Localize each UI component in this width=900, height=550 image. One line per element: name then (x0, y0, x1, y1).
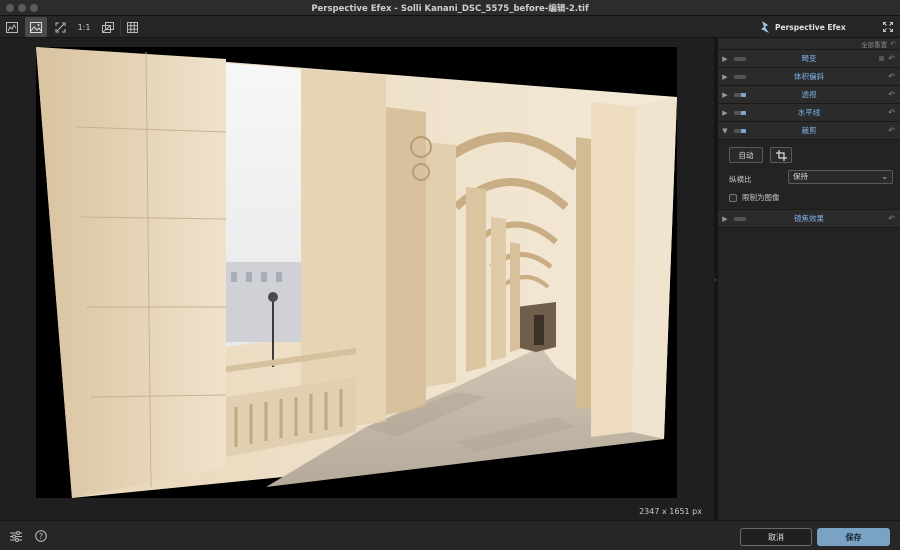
sliders-icon (10, 530, 22, 542)
section-crop[interactable]: ▼ 裁剪 ↶ (718, 122, 900, 140)
compare-icon (102, 21, 114, 33)
crop-icon (775, 149, 787, 161)
photo-preview[interactable] (36, 47, 677, 498)
section-label: 裁剪 (801, 126, 817, 135)
actual-size-button[interactable]: 1:1 (73, 17, 95, 37)
constrain-to-image-checkbox[interactable] (729, 193, 737, 202)
reset-icon[interactable]: ↶ (888, 54, 895, 63)
aspect-ratio-label: 纵横比 (729, 175, 752, 184)
window-title: Perspective Efex - Solli Kanani_DSC_5575… (311, 4, 589, 14)
brand: Perspective Efex (760, 20, 846, 34)
grid-button[interactable] (121, 17, 143, 37)
compare-button[interactable] (97, 17, 119, 37)
save-button[interactable]: 保存 (817, 528, 890, 546)
help-icon: ? (35, 530, 47, 542)
constrain-to-image-row[interactable]: 限制为图像 (729, 192, 780, 203)
section-label: 畸变 (801, 54, 817, 63)
brand-name: Perspective Efex (775, 22, 846, 32)
reset-all-row: 全部重置 ↶ (718, 38, 900, 50)
aspect-ratio-select[interactable]: 保持 ⌄ (788, 170, 893, 184)
fit-screen-button[interactable] (49, 17, 71, 37)
reset-all-button[interactable]: 全部重置 (861, 39, 887, 49)
section-label: 透视 (801, 90, 817, 99)
fullscreen-button[interactable] (877, 17, 899, 37)
section-distortion[interactable]: ▶ 畸变 ↶ (718, 50, 900, 68)
chevron-down-icon: ⌄ (881, 172, 888, 181)
bottom-bar: ? 取消 保存 (0, 520, 900, 550)
section-horizon[interactable]: ▶ 水平线 ↶ (718, 104, 900, 122)
section-perspective[interactable]: ▶ 透视 ↶ (718, 86, 900, 104)
title-bar: Perspective Efex - Solli Kanani_DSC_5575… (0, 0, 900, 16)
reset-icon[interactable]: ↶ (888, 72, 895, 81)
image-dimensions: 2347 x 1651 px (639, 507, 702, 516)
section-label: 体积偏斜 (794, 72, 824, 81)
reset-icon[interactable]: ↶ (888, 108, 895, 117)
crop-tool-button[interactable] (770, 147, 792, 163)
grid-icon (126, 21, 138, 33)
image-canvas[interactable]: 2347 x 1651 px (0, 38, 714, 520)
aspect-ratio-value: 保持 (793, 172, 808, 181)
arcade-photo (36, 47, 677, 498)
reset-icon[interactable]: ↶ (888, 126, 895, 135)
auto-crop-button[interactable]: 自动 (729, 147, 763, 163)
image-view-button[interactable] (25, 17, 47, 37)
crop-controls: 自动 纵横比 保持 ⌄ 限制为图像 (718, 140, 900, 210)
constrain-to-image-label: 限制为图像 (742, 193, 780, 202)
section-volume-skew[interactable]: ▶ 体积偏斜 ↶ (718, 68, 900, 86)
reset-icon[interactable]: ↶ (888, 214, 895, 223)
cancel-button[interactable]: 取消 (740, 528, 812, 546)
settings-button[interactable] (9, 529, 23, 543)
undo-icon[interactable]: ↶ (890, 40, 896, 48)
section-label: 镜焦效果 (794, 214, 824, 223)
expand-icon (883, 22, 893, 32)
histogram-button[interactable] (1, 17, 23, 37)
svg-text:?: ? (39, 532, 43, 541)
adjustments-panel: 全部重置 ↶ ▶ 畸变 ↶ ▶ 体积偏斜 ↶ ▶ 透视 ↶ ▶ 水平线 ↶ ▼ … (718, 38, 900, 520)
help-button[interactable]: ? (34, 529, 48, 543)
reset-icon[interactable]: ↶ (888, 90, 895, 99)
toolbar: 1:1 Perspective Efex (0, 16, 900, 38)
preview-toggle-icon[interactable] (879, 56, 884, 61)
perspective-efex-logo-icon (761, 20, 769, 33)
section-label: 水平线 (797, 108, 821, 117)
image-view-icon (30, 21, 42, 33)
histogram-icon (6, 21, 18, 33)
fit-screen-icon (55, 22, 65, 32)
section-lens-effect[interactable]: ▶ 镜焦效果 ↶ (718, 210, 900, 228)
